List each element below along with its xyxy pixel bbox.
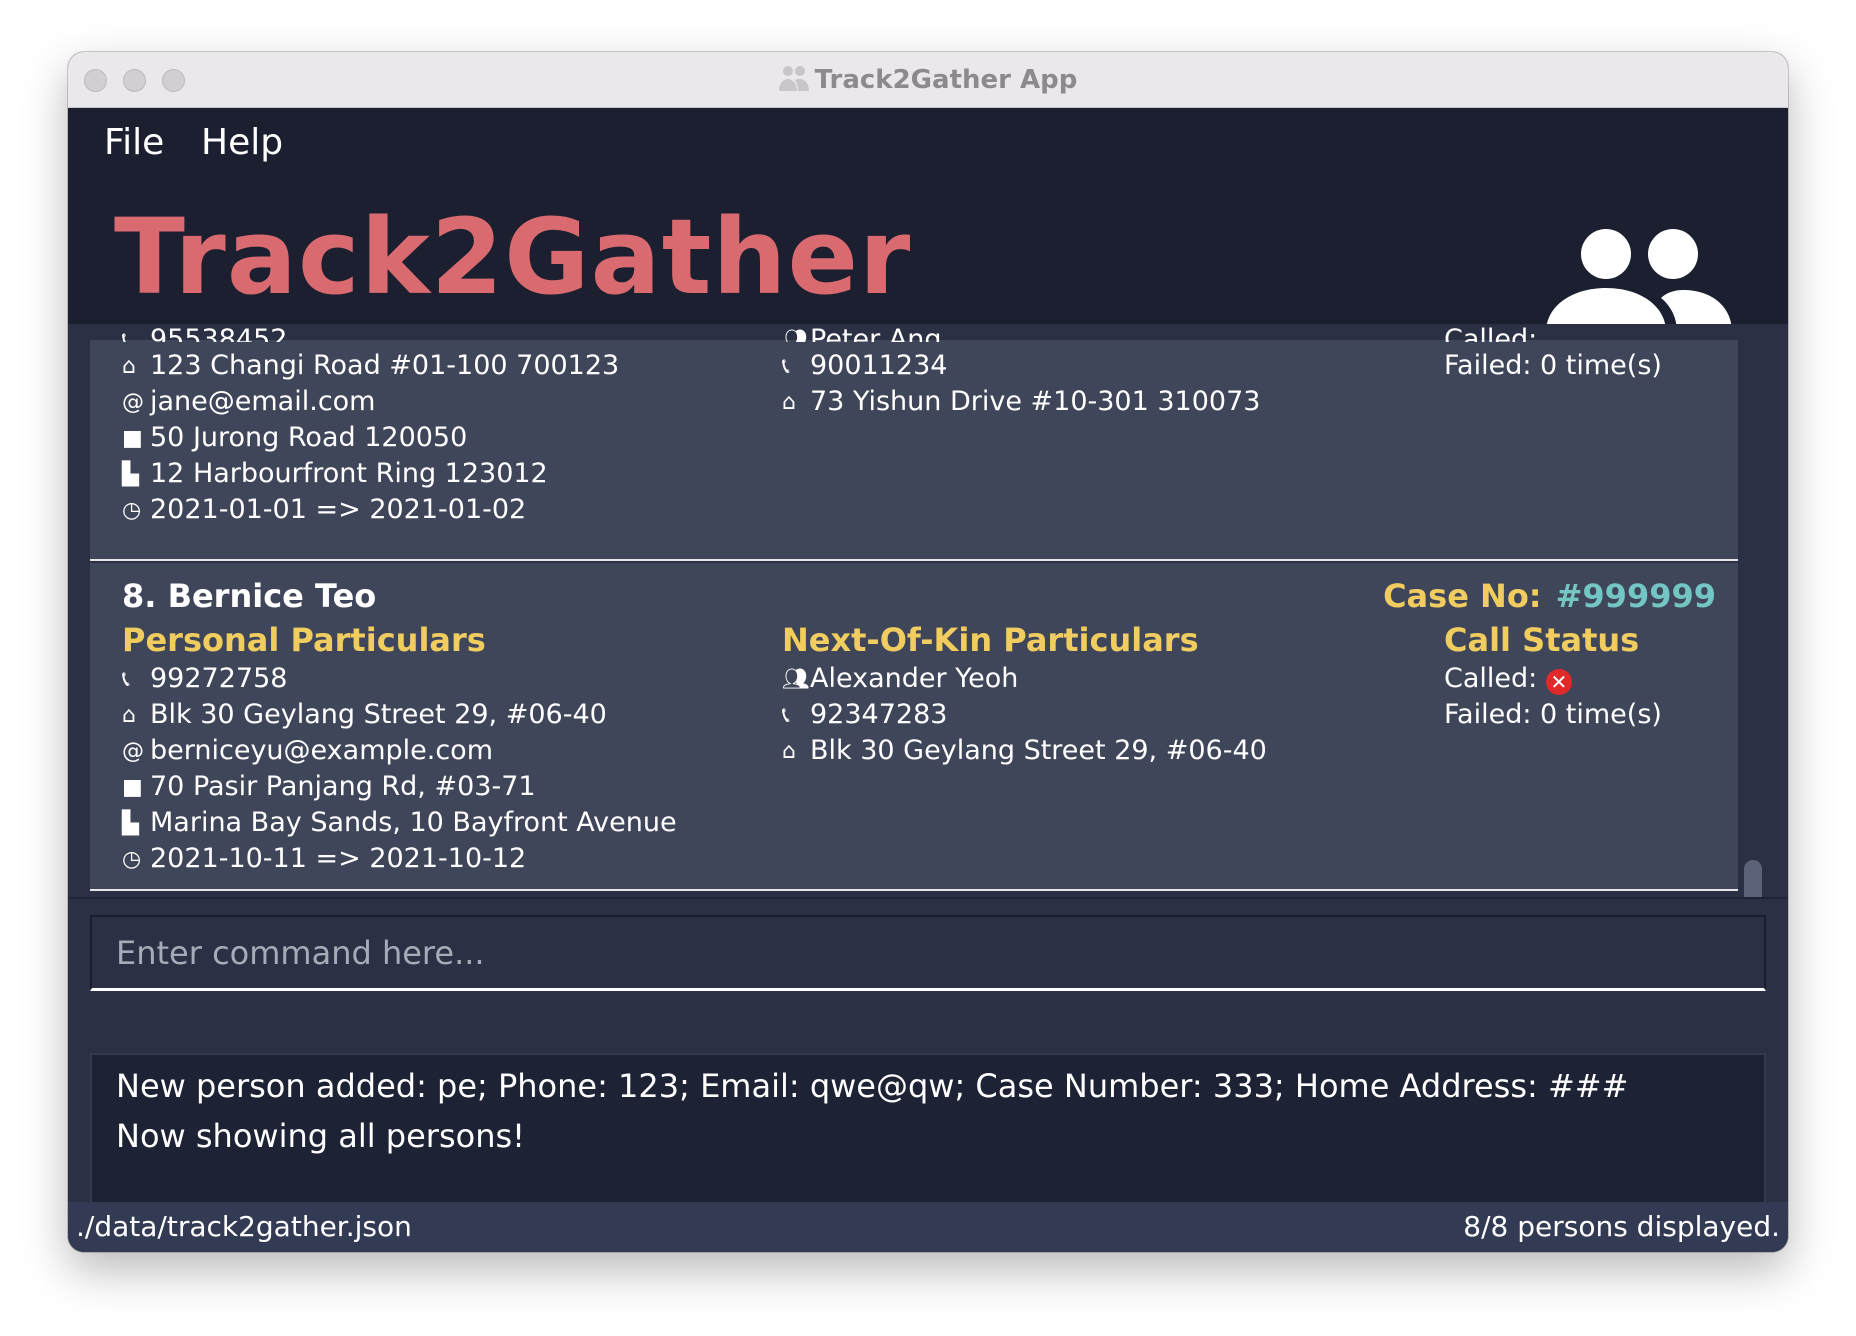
- persons-count: 8/8 persons displayed.: [1463, 1210, 1780, 1243]
- case-value: #999999: [1555, 577, 1716, 615]
- email: @ berniceyu@example.com: [122, 735, 493, 766]
- command-area: [68, 897, 1788, 1045]
- home-icon: ⌂: [782, 739, 796, 764]
- shn-period: ◷ 2021-10-11 => 2021-10-12: [122, 843, 527, 874]
- called-status: Called:: [1444, 324, 1538, 342]
- app-window: Track2Gather App File Help Track2Gather …: [68, 52, 1788, 1252]
- case-label: Case No:: [1383, 577, 1542, 615]
- person-icon: 👥︎: [782, 328, 810, 342]
- clock-icon: ◷: [122, 847, 142, 872]
- personal-line: 📞︎ 95538452: [122, 324, 287, 342]
- nok-phone: 📞︎ 92347283: [782, 699, 948, 730]
- work-address: ■ 70 Pasir Panjang Rd, #03-71: [122, 771, 536, 802]
- case-number: Case No: #999999: [1383, 577, 1716, 615]
- command-box: [90, 915, 1766, 991]
- email-icon: @: [122, 390, 144, 415]
- home-address: ⌂ Blk 30 Geylang Street 29, #06-40: [122, 699, 607, 730]
- brand-title: Track2Gather: [114, 196, 912, 318]
- result-line-2: Now showing all persons!: [116, 1117, 525, 1155]
- phone-icon: 📞︎: [782, 354, 790, 379]
- result-area: New person added: pe; Phone: 123; Email:…: [68, 1045, 1788, 1223]
- home-icon: ⌂: [122, 703, 136, 728]
- shn-address: ▙ 12 Harbourfront Ring 123012: [122, 458, 548, 489]
- home-icon: ⌂: [122, 354, 136, 379]
- phone-icon: 📞︎: [122, 667, 130, 692]
- person-icon: 👥︎: [782, 667, 810, 692]
- not-called-icon: ✕: [1545, 669, 1572, 695]
- menu-file[interactable]: File: [104, 122, 164, 163]
- person-card[interactable]: 8. Bernice Teo Case No: #999999 Personal …: [90, 563, 1738, 891]
- person-name-text: Bernice Teo: [167, 577, 377, 615]
- window-title-text: Track2Gather App: [814, 65, 1078, 95]
- data-file-path: ./data/track2gather.json: [76, 1210, 412, 1243]
- person-name: 8. Bernice Teo: [122, 577, 376, 615]
- list-scrollbar[interactable]: [1744, 860, 1762, 897]
- work-address: ■ 50 Jurong Road 120050: [122, 422, 468, 453]
- bed-icon: ▙: [122, 462, 139, 487]
- email-icon: @: [122, 739, 144, 764]
- home-address: ⌂ 123 Changi Road #01-100 700123: [122, 350, 620, 381]
- app-header: File Help Track2Gather: [68, 108, 1788, 348]
- person-index: 8.: [122, 577, 157, 615]
- failed-count: Failed: 0 time(s): [1444, 699, 1662, 730]
- app-icon: [778, 65, 809, 100]
- work-icon: ■: [122, 775, 143, 800]
- email: @ jane@email.com: [122, 386, 376, 417]
- called-status: Called: ✕: [1444, 663, 1572, 695]
- nok-name: 👥︎Alexander Yeoh: [782, 663, 1019, 694]
- phone: 📞︎ 99272758: [122, 663, 288, 694]
- person-card[interactable]: 📞︎ 95538452 ⌂ 123 Changi Road #01-100 7001…: [90, 324, 1738, 561]
- menu-help[interactable]: Help: [201, 122, 283, 163]
- nok-phone: 📞︎ 90011234: [782, 350, 948, 381]
- phone-icon: 📞︎: [782, 703, 790, 728]
- personal-heading: Personal Particulars: [122, 621, 486, 659]
- home-icon: ⌂: [782, 390, 796, 415]
- status-bar: ./data/track2gather.json 8/8 persons dis…: [68, 1202, 1788, 1252]
- phone-icon: 📞︎: [122, 328, 130, 342]
- clock-icon: ◷: [122, 498, 142, 523]
- result-display: New person added: pe; Phone: 123; Email:…: [90, 1053, 1766, 1223]
- nok-heading: Next-Of-Kin Particulars: [782, 621, 1199, 659]
- nok-home: ⌂ Blk 30 Geylang Street 29, #06-40: [782, 735, 1267, 766]
- title-bar: Track2Gather App: [68, 52, 1788, 108]
- work-icon: ■: [122, 426, 143, 451]
- call-status-heading: Call Status: [1444, 621, 1640, 659]
- person-list[interactable]: 📞︎ 95538452 ⌂ 123 Changi Road #01-100 7001…: [68, 324, 1788, 897]
- bed-icon: ▙: [122, 811, 139, 836]
- shn-period: ◷ 2021-01-01 => 2021-01-02: [122, 494, 527, 525]
- shn-address: ▙ Marina Bay Sands, 10 Bayfront Avenue: [122, 807, 677, 838]
- nok-home: ⌂ 73 Yishun Drive #10-301 310073: [782, 386, 1261, 417]
- failed-count: Failed: 0 time(s): [1444, 350, 1662, 381]
- command-input[interactable]: [92, 917, 1764, 988]
- result-line-1: New person added: pe; Phone: 123; Email:…: [116, 1067, 1629, 1105]
- window-title: Track2Gather App: [68, 65, 1788, 100]
- nok-name: 👥︎Peter Ang: [782, 324, 942, 342]
